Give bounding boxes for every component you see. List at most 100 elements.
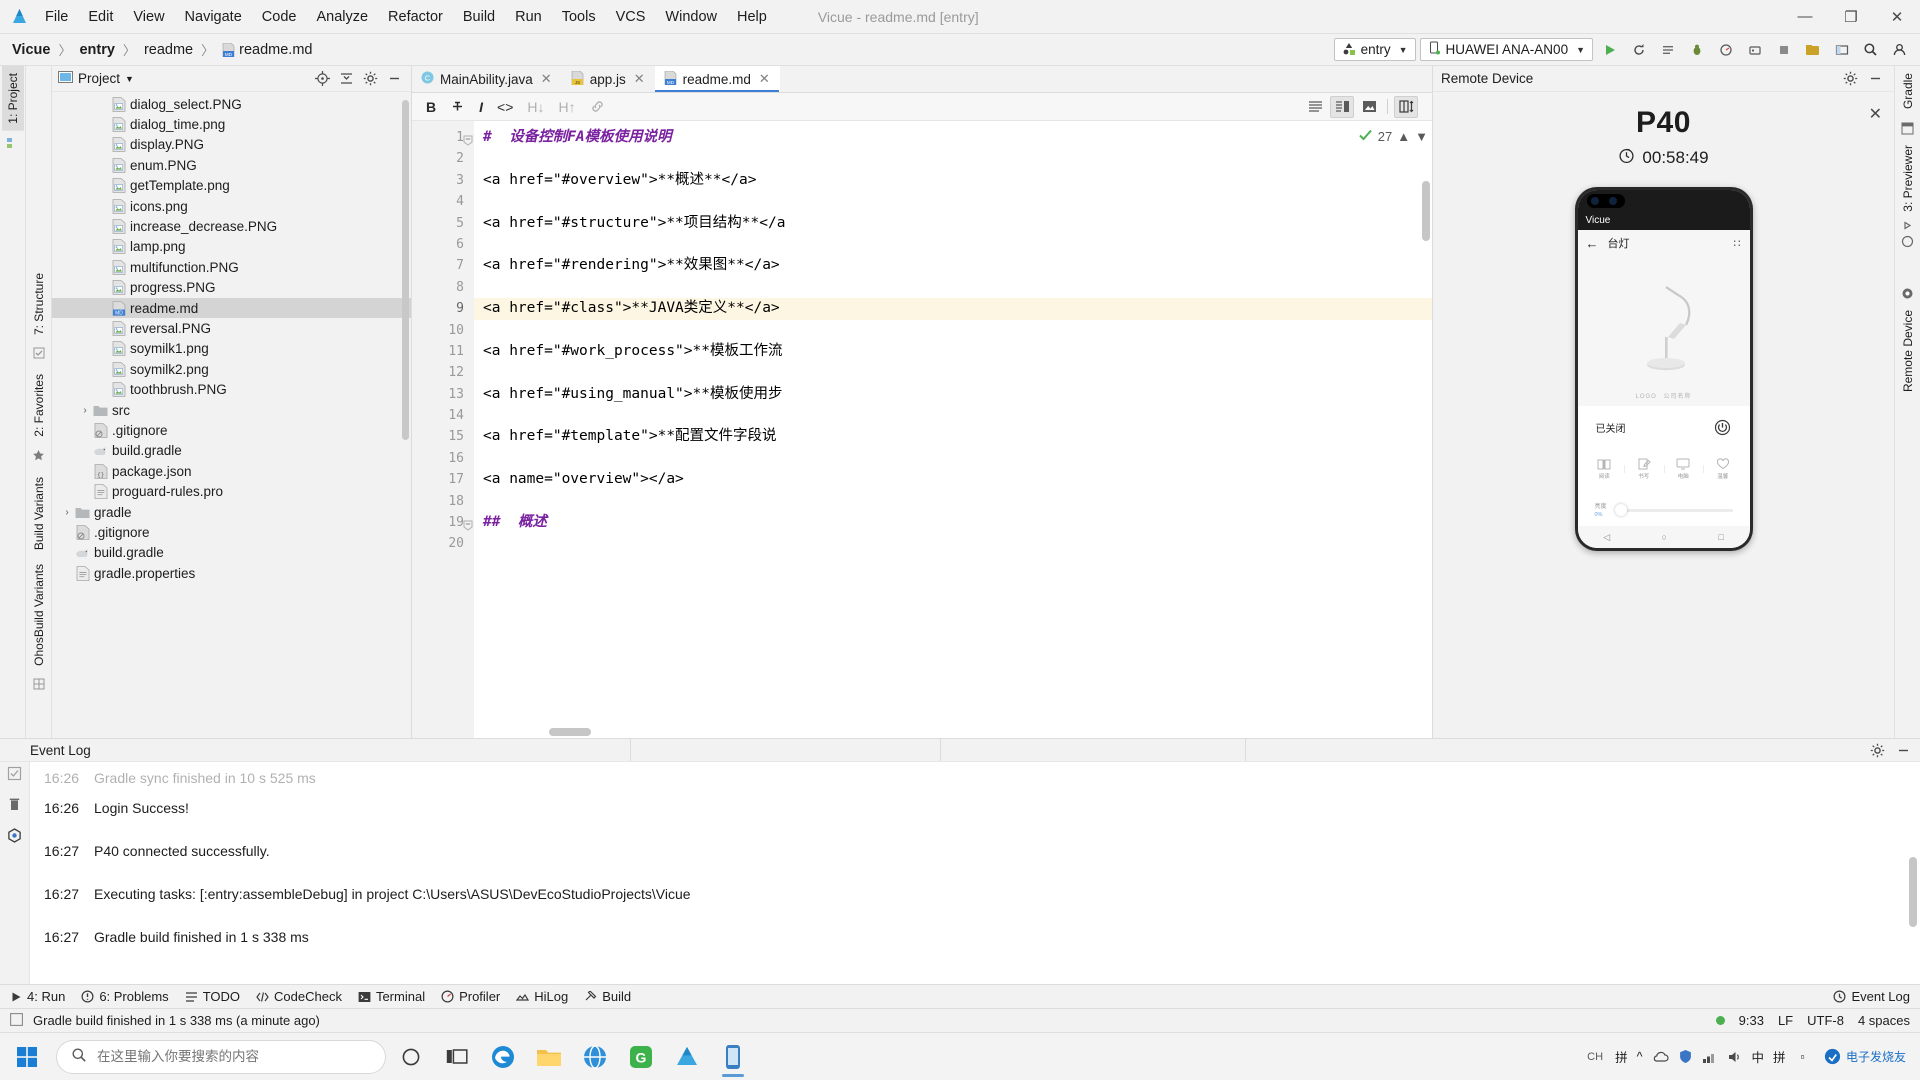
tree-item[interactable]: proguard-rules.pro [52,481,411,501]
tree-item[interactable]: soymilk1.png [52,339,411,359]
tree-item[interactable]: .gitignore [52,522,411,542]
settings-gear-icon[interactable] [1866,740,1888,761]
disconnect-device-icon[interactable]: ✕ [1869,104,1882,124]
stop-button[interactable] [1771,38,1796,62]
android-back-icon[interactable]: ◁ [1603,532,1610,543]
tree-item[interactable]: .gitignore [52,420,411,440]
code-line[interactable]: ## 概述 [474,512,1432,533]
next-problem-icon[interactable]: ▼ [1415,129,1428,144]
sdk-manager-icon[interactable] [1829,38,1854,62]
tool-tab-codecheck[interactable]: CodeCheck [256,989,342,1004]
tool-tab-terminal[interactable]: Terminal [358,989,425,1004]
status-line-separator[interactable]: LF [1778,1013,1793,1028]
code-line[interactable]: <a href="#template">**配置文件字段说 [474,426,1432,447]
circle-icon[interactable] [1901,235,1914,251]
tool-tab-run[interactable]: 4: Run [10,989,65,1004]
editor-tab-appjs[interactable]: JS app.js ✕ [562,66,655,92]
code-line[interactable]: # 设备控制FA模板使用说明 [474,127,1432,148]
more-menu-icon[interactable]: ∷ [1734,237,1742,250]
tree-item[interactable]: reversal.PNG [52,318,411,338]
run-button[interactable] [1597,38,1622,62]
android-recents-icon[interactable]: □ [1718,532,1723,542]
ime-indicator[interactable]: CH [1587,1051,1606,1063]
settings-gear-icon[interactable] [1839,68,1861,89]
notification-center-icon[interactable]: ▫ [1801,1050,1805,1064]
code-editor[interactable]: 1 2 3 4 5 6 7 8 9 10 11 12 13 14 15 16 17 18 19 20 # 设备控制FA… [412,121,1432,738]
tree-item[interactable]: gradle.properties [52,563,411,583]
tool-tab-hilog[interactable]: HiLog [516,989,568,1004]
phone-emulator[interactable]: Vicue ← 台灯 ∷ LOGO 公司名称 已关闭 阅读 书写 电脑 温馨 亮… [1574,187,1753,551]
heading-up-button[interactable]: H↑ [559,99,576,115]
breadcrumb-item-project[interactable]: Vicue [8,41,54,59]
onedrive-icon[interactable] [1652,1050,1669,1064]
phone-mode-computer[interactable]: 电脑 [1663,458,1704,480]
fold-marker-icon[interactable] [462,132,473,146]
status-checkbox-icon[interactable] [10,1012,23,1029]
project-tree[interactable]: dialog_select.PNG dialog_time.png display.… [52,92,411,738]
hide-pane-icon[interactable] [1864,68,1886,89]
tree-item[interactable]: enum.PNG [52,155,411,175]
split-layout-button[interactable] [1394,95,1418,118]
code-line[interactable] [474,362,1432,383]
security-icon[interactable] [1678,1049,1693,1064]
power-icon[interactable] [1713,418,1732,437]
tree-item[interactable]: getTemplate.png [52,176,411,196]
search-input[interactable] [97,1049,371,1064]
menu-item-help[interactable]: Help [728,6,776,28]
close-icon[interactable]: ✕ [541,71,552,87]
deveco-studio-icon[interactable] [712,1036,754,1078]
tree-item[interactable]: display.PNG [52,135,411,155]
code-button[interactable]: <> [497,99,513,115]
menu-item-view[interactable]: View [124,6,173,28]
heading-down-button[interactable]: H↓ [527,99,544,115]
phone-screen[interactable]: Vicue ← 台灯 ∷ LOGO 公司名称 已关闭 阅读 书写 电脑 温馨 亮… [1577,190,1750,548]
editor-only-view-button[interactable] [1303,96,1327,118]
previous-problem-icon[interactable]: ▲ [1397,129,1410,144]
phone-brightness-slider[interactable] [1614,504,1733,516]
task-view-icon[interactable] [436,1036,478,1078]
code-line[interactable] [474,533,1432,554]
code-line[interactable]: <a href="#work_process">**模板工作流 [474,341,1432,362]
status-indent[interactable]: 4 spaces [1858,1013,1910,1028]
layout-icon[interactable] [33,678,45,693]
file-explorer-icon[interactable] [528,1036,570,1078]
code-line[interactable]: <a href="#using_manual">**模板使用步 [474,384,1432,405]
editor-horizontal-scrollbar[interactable] [549,728,591,736]
phone-mode-reading[interactable]: 阅读 [1585,458,1625,480]
rerun-icon[interactable] [1626,38,1651,62]
menu-item-file[interactable]: File [36,6,77,28]
clear-all-icon[interactable] [7,797,22,815]
menu-item-vcs[interactable]: VCS [607,6,655,28]
mark-all-read-icon[interactable] [7,766,22,784]
breadcrumb-item-entry[interactable]: entry [75,41,118,59]
code-content[interactable]: # 设备控制FA模板使用说明 <a href="#overview">**概述**… [474,121,1432,738]
preview-only-view-button[interactable] [1357,96,1381,118]
tree-item[interactable]: {} package.json [52,461,411,481]
tool-tab-build[interactable]: Build [584,989,631,1004]
device-selector[interactable]: HUAWEI ANA-AN00 ▼ [1419,38,1593,61]
expand-arrow-icon[interactable]: › [60,507,74,518]
tree-item[interactable]: soymilk2.png [52,359,411,379]
strikethrough-button[interactable] [450,99,465,114]
ime-pinyin-icon[interactable]: 拼 [1615,1047,1628,1066]
debug-icon[interactable] [1684,38,1709,62]
tool-tab-todo[interactable]: TODO [185,989,240,1004]
code-line[interactable]: <a href="#structure">**项目结构**</a [474,213,1432,234]
code-line[interactable]: <a href="#class">**JAVA类定义**</a> [474,298,1432,320]
tree-item[interactable]: dialog_select.PNG [52,94,411,114]
menu-item-run[interactable]: Run [506,6,551,28]
code-line[interactable] [474,491,1432,512]
code-line[interactable]: <a href="#overview">**概述**</a> [474,170,1432,191]
phone-brightness-card[interactable]: 亮度 0% [1584,494,1743,526]
editor-and-preview-view-button[interactable] [1330,95,1354,118]
editor-vertical-scrollbar[interactable] [1422,181,1430,241]
inspection-widget[interactable]: 27 ▲ ▼ [1358,127,1432,145]
tool-tab-structure[interactable]: 7: Structure [28,266,50,342]
chevron-down-icon[interactable]: ▼ [125,74,134,84]
italic-button[interactable]: I [479,99,483,115]
tool-tab-favorites[interactable]: 2: Favorites [28,367,50,444]
star-icon[interactable] [32,449,45,465]
back-arrow-icon[interactable]: ← [1586,236,1599,251]
ime-lang-icon[interactable]: 中 [1752,1047,1765,1066]
volume-icon[interactable] [1727,1050,1743,1064]
